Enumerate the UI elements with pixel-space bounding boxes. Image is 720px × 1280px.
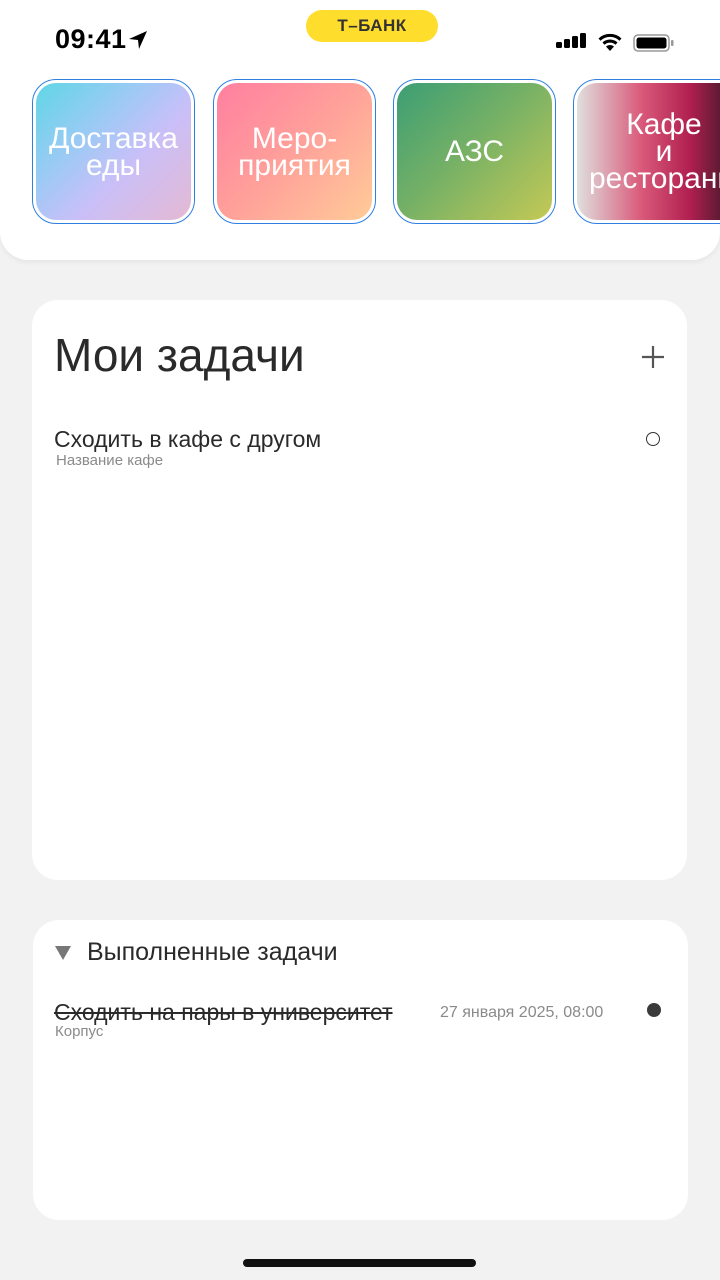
my-tasks-card: Мои задачи Сходить в кафе с другом Назва…	[32, 300, 687, 880]
story-events[interactable]: Меро- приятия	[213, 79, 376, 224]
story-label: Меро- приятия	[217, 83, 372, 220]
task-title[interactable]: Сходить в кафе с другом	[54, 426, 321, 453]
story-cafes[interactable]: Кафе и рестораны	[573, 79, 720, 224]
wifi-icon	[598, 33, 622, 51]
completed-task-title[interactable]: Сходить на пары в университет	[54, 999, 393, 1026]
my-tasks-title: Мои задачи	[54, 329, 305, 381]
top-sheet: 09:41 Т–БАНК Доставка еды Меро- приятия …	[0, 0, 720, 260]
story-gas-stations[interactable]: АЗС	[393, 79, 556, 224]
story-delivery[interactable]: Доставка еды	[32, 79, 195, 224]
completed-task-checkbox[interactable]	[647, 1003, 661, 1017]
story-label: Кафе и рестораны	[577, 83, 720, 220]
completed-task-subtitle: Корпус	[55, 1023, 104, 1040]
battery-icon	[633, 34, 674, 52]
completed-task-date: 27 января 2025, 08:00	[440, 1004, 604, 1021]
task-checkbox[interactable]	[646, 432, 660, 446]
location-arrow-icon	[129, 31, 147, 49]
brand-pill[interactable]: Т–БАНК	[306, 10, 438, 42]
completed-tasks-title[interactable]: Выполненные задачи	[87, 938, 338, 967]
signal-icon	[556, 33, 586, 48]
task-subtitle: Название кафе	[56, 452, 164, 469]
completed-tasks-card: Выполненные задачи Сходить на пары в уни…	[33, 920, 688, 1220]
triangle-down-icon[interactable]	[55, 946, 71, 960]
story-label: Доставка еды	[36, 83, 191, 220]
status-time: 09:41	[55, 24, 127, 54]
home-indicator[interactable]	[243, 1259, 476, 1267]
plus-icon[interactable]	[640, 344, 666, 370]
story-label: АЗС	[397, 83, 552, 220]
